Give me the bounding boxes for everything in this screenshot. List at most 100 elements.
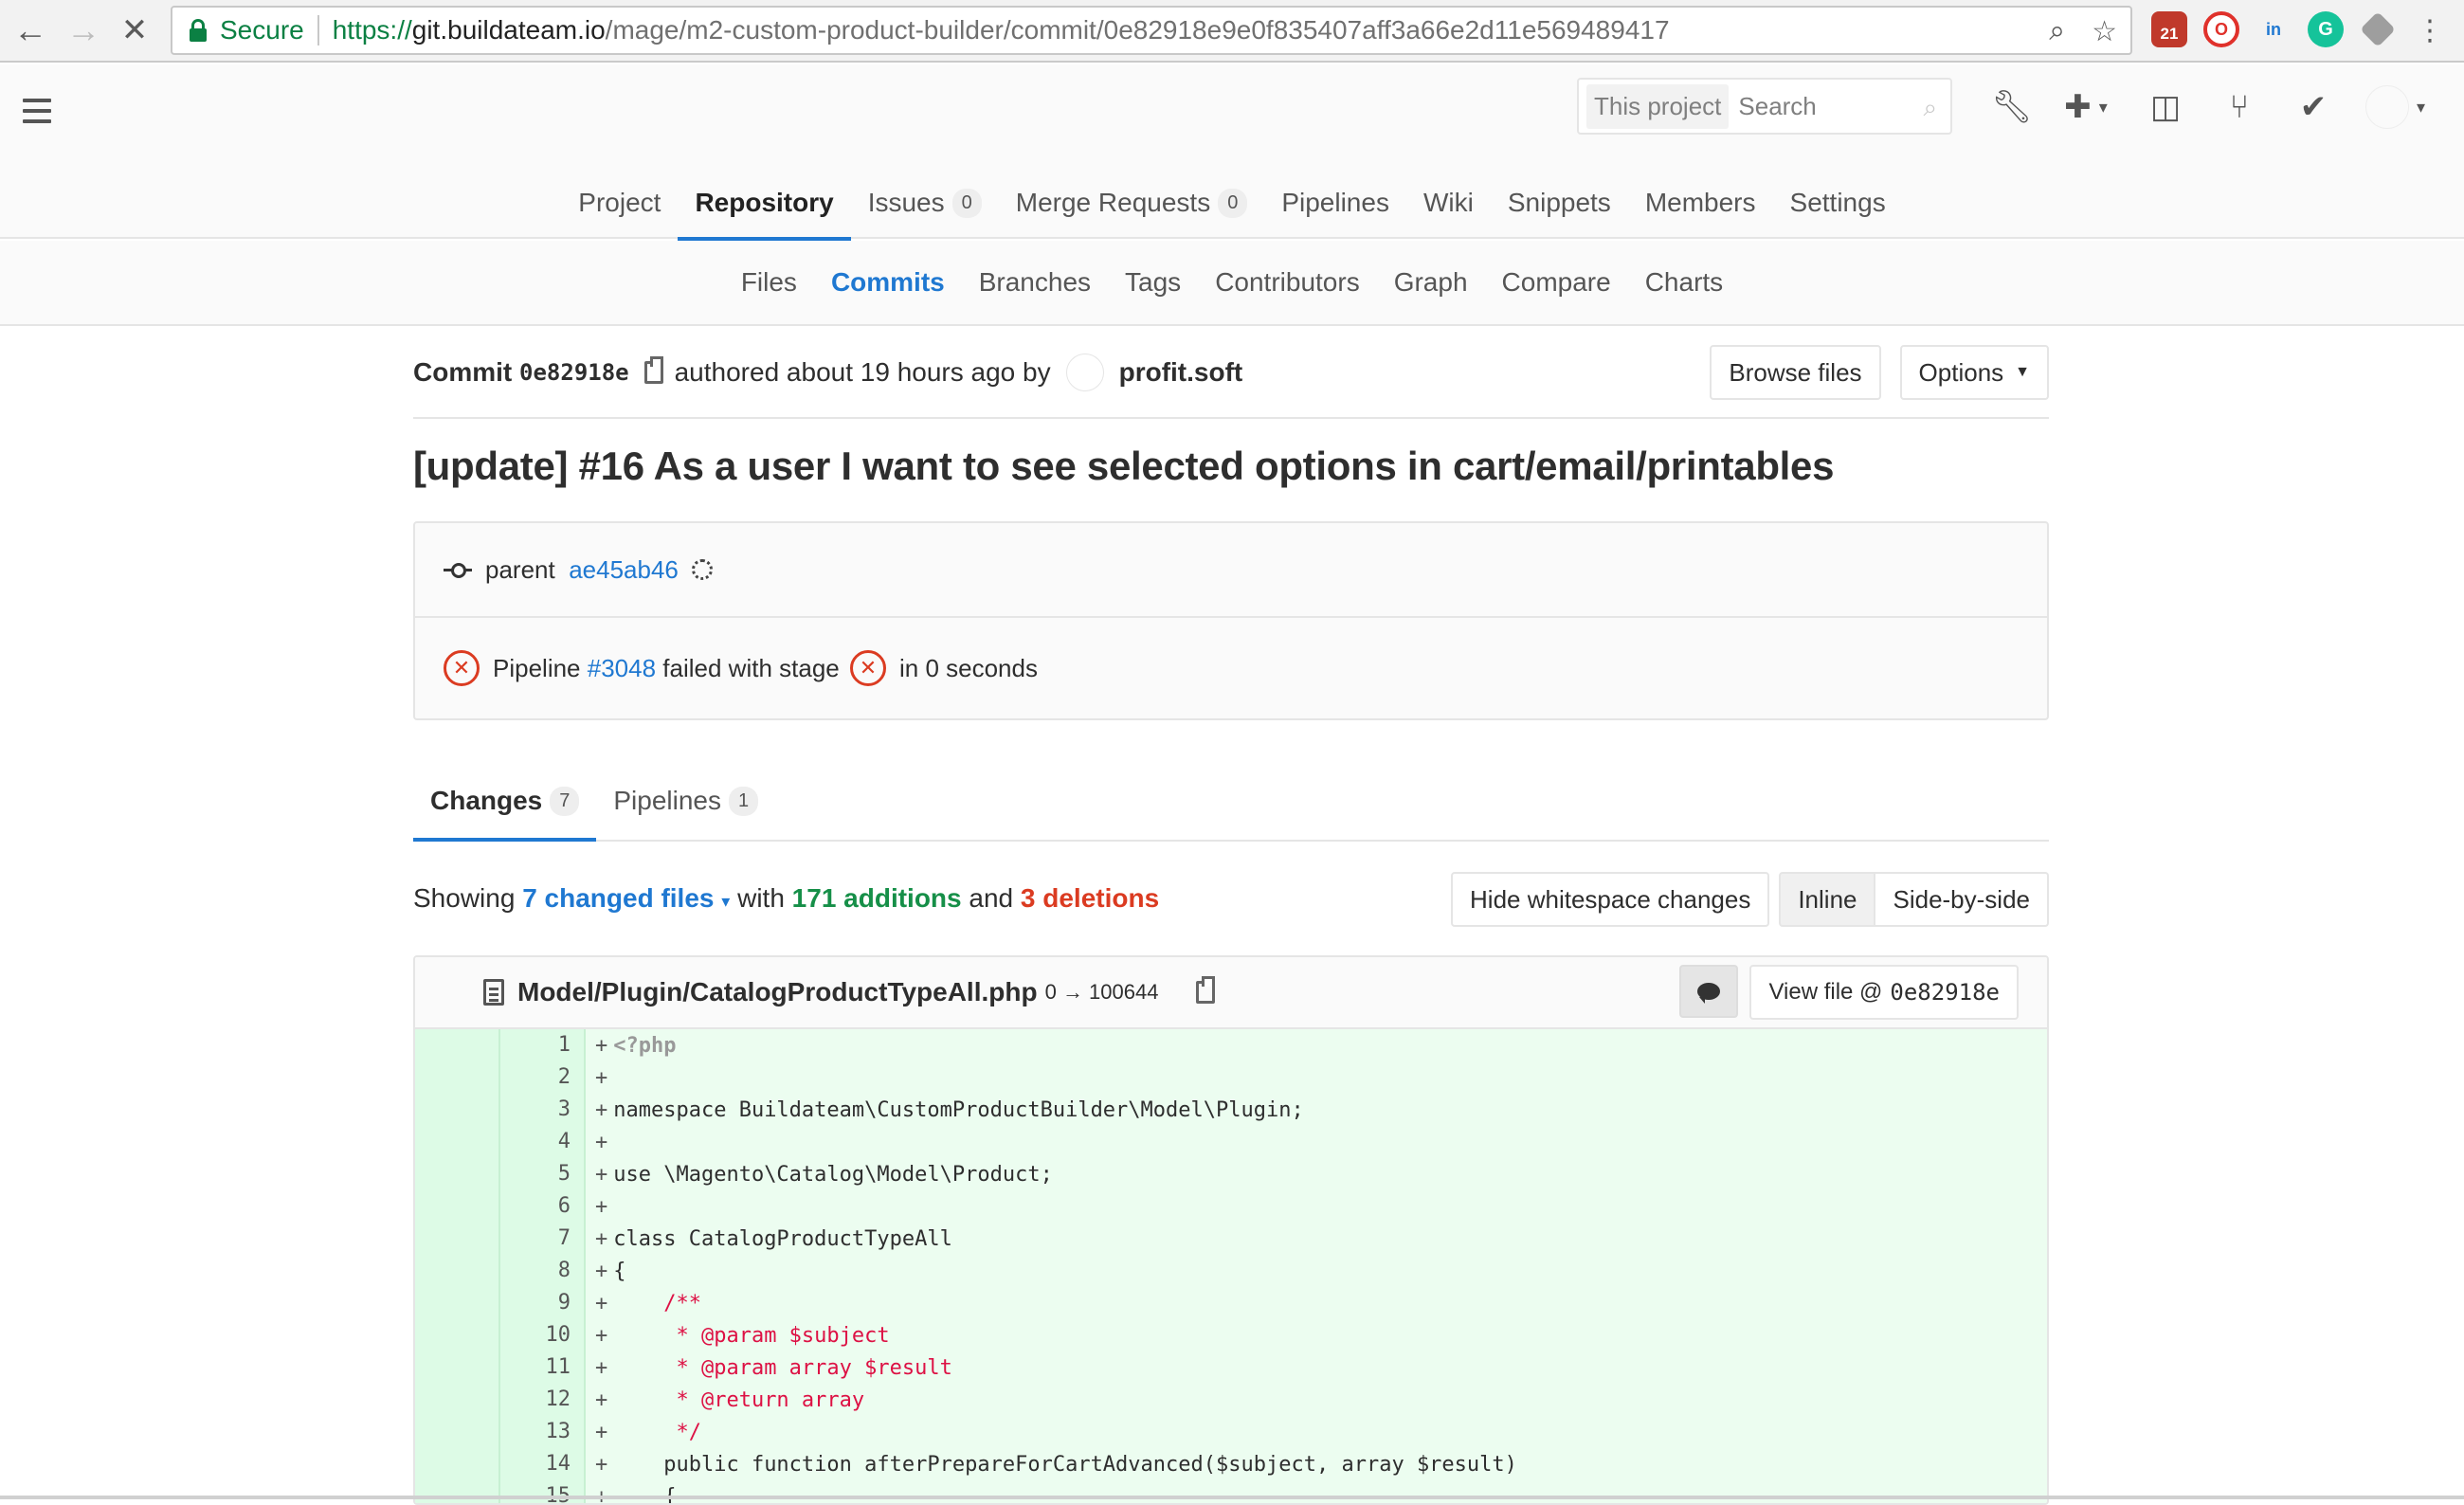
search-placeholder: Search [1738,92,1816,121]
todos-check-icon[interactable]: ✔ [2292,85,2335,129]
authored-text: authored about 19 hours ago by [675,357,1051,388]
gitlab-header: This project Search ⌕ 🔧︎ ✚▾ ◫ ⑂ ✔ ▾ Proj… [0,64,2464,239]
code-text: * @param $subject [613,1324,889,1348]
pipeline-failed-icon[interactable]: ✕ [444,650,480,686]
hide-whitespace-button[interactable]: Hide whitespace changes [1451,872,1769,927]
copy-sha-clipboard-icon[interactable] [644,361,663,384]
search-icon: ⌕ [1923,93,1937,123]
opera-extension-icon[interactable]: O [2203,11,2239,47]
pipeline-status-text: failed with stage [662,654,839,683]
calendar-extension-icon[interactable]: 21 [2151,11,2187,47]
changes-count-badge: 7 [550,787,579,816]
line-number[interactable]: 8 [500,1255,586,1287]
side-by-side-view-button[interactable]: Side-by-side [1875,872,2049,927]
line-number[interactable]: 9 [500,1287,586,1319]
file-path[interactable]: Model/Plugin/CatalogProductTypeAll.php [517,977,1038,1007]
nav-members[interactable]: Members [1628,167,1773,239]
nav-project[interactable]: Project [561,167,678,239]
line-number[interactable]: 4 [500,1126,586,1158]
browser-menu-icon[interactable]: ⋮ [2407,8,2453,53]
hamburger-menu-icon[interactable] [23,99,51,123]
pipelines-count-badge: 1 [729,787,758,816]
comment-bubble-icon [1697,983,1720,1000]
pipeline-link[interactable]: #3048 [588,654,656,683]
subnav-files[interactable]: Files [724,267,814,298]
subnav-graph[interactable]: Graph [1377,267,1485,298]
line-number[interactable]: 11 [500,1351,586,1384]
address-separator [317,15,319,45]
pipeline-prefix: Pipeline [493,654,581,683]
toggle-comments-button[interactable] [1679,965,1738,1018]
nav-settings[interactable]: Settings [1773,167,1903,239]
address-bar[interactable]: Secure https://git.buildateam.io/mage/m2… [171,6,2132,55]
subnav-charts[interactable]: Charts [1628,267,1740,298]
line-number[interactable]: 12 [500,1384,586,1416]
code-text: { [613,1260,625,1283]
window-bottom-edge [0,1496,2464,1499]
tab-pipelines[interactable]: Pipelines1 [596,762,775,840]
bookmark-star-icon[interactable]: ☆ [2092,15,2117,48]
nav-merge-requests[interactable]: Merge Requests0 [999,167,1265,239]
url-text[interactable]: https://git.buildateam.io/mage/m2-custom… [333,15,1670,45]
grammarly-extension-icon[interactable]: G [2308,11,2344,47]
user-menu-chevron-down-icon[interactable]: ▾ [2417,98,2425,118]
view-file-button[interactable]: View file @0e82918e [1749,965,2019,1020]
repository-subnav: Files Commits Branches Tags Contributors… [0,241,2464,326]
line-number[interactable]: 7 [500,1223,586,1255]
diff-file: Model/Plugin/CatalogProductTypeAll.php 0… [413,955,2049,1505]
file-document-icon [483,979,504,1006]
subnav-commits[interactable]: Commits [814,267,962,298]
line-number[interactable]: 10 [500,1319,586,1351]
options-dropdown-button[interactable]: Options▼ [1900,345,2049,400]
line-number[interactable]: 2 [500,1061,586,1094]
nav-repository[interactable]: Repository [678,167,850,239]
user-avatar[interactable] [2365,85,2409,129]
todos-sidebar-icon[interactable]: ◫ [2144,85,2187,129]
tab-changes[interactable]: Changes7 [413,762,596,840]
author-name[interactable]: profit.soft [1119,357,1243,388]
diff-line: 9+ /** [415,1287,2047,1319]
browse-files-button[interactable]: Browse files [1710,345,1880,400]
back-arrow-icon[interactable]: ← [8,8,53,53]
layers-extension-icon[interactable] [2360,11,2396,47]
stage-failed-icon[interactable]: ✕ [850,650,886,686]
diff-view-toggle: Inline Side-by-side [1779,872,2049,927]
nav-snippets[interactable]: Snippets [1491,167,1628,239]
subnav-branches[interactable]: Branches [962,267,1108,298]
copy-file-path-clipboard-icon[interactable] [1196,981,1215,1004]
subnav-contributors[interactable]: Contributors [1198,267,1377,298]
linkedin-extension-icon[interactable]: in [2256,11,2292,47]
line-number[interactable]: 6 [500,1190,586,1223]
admin-wrench-icon[interactable]: 🔧︎ [1990,85,2034,129]
line-number[interactable]: 3 [500,1094,586,1126]
nav-issues[interactable]: Issues0 [851,167,999,239]
line-number[interactable]: 1 [500,1029,586,1061]
subnav-tags[interactable]: Tags [1108,267,1198,298]
new-dropdown-plus-icon[interactable]: ✚▾ [2064,85,2108,129]
diff-line: 4+ [415,1126,2047,1158]
changed-files-dropdown[interactable]: 7 changed files ▾ [522,883,730,914]
author-avatar[interactable] [1066,354,1104,391]
parent-sha-link[interactable]: ae45ab46 [569,555,679,585]
search-input[interactable]: This project Search ⌕ [1577,78,1952,135]
zoom-search-icon[interactable]: ⌕ [2049,15,2065,48]
diff-line: 14+ public function afterPrepareForCartA… [415,1448,2047,1480]
line-number[interactable]: 13 [500,1416,586,1448]
forward-arrow-icon[interactable]: → [61,8,106,53]
diff-line: 11+ * @param array $result [415,1351,2047,1384]
parent-row: parent ae45ab46 [415,523,2047,616]
line-number[interactable]: 14 [500,1448,586,1480]
line-number[interactable]: 15 [500,1480,586,1505]
commit-title: [update] #16 As a user I want to see sel… [413,444,2049,500]
stop-loading-icon[interactable]: ✕ [112,8,157,53]
code-text: namespace Buildateam\CustomProductBuilde… [613,1098,1303,1122]
inline-view-button[interactable]: Inline [1779,872,1875,927]
line-number[interactable]: 5 [500,1158,586,1190]
subnav-compare[interactable]: Compare [1485,267,1628,298]
loading-spinner-icon [692,559,713,580]
nav-pipelines[interactable]: Pipelines [1264,167,1406,239]
commit-header: Commit 0e82918e authored about 19 hours … [413,328,2049,419]
nav-wiki[interactable]: Wiki [1406,167,1491,239]
merge-requests-icon[interactable]: ⑂ [2218,85,2261,129]
chevron-down-icon: ▼ [2015,364,2030,381]
